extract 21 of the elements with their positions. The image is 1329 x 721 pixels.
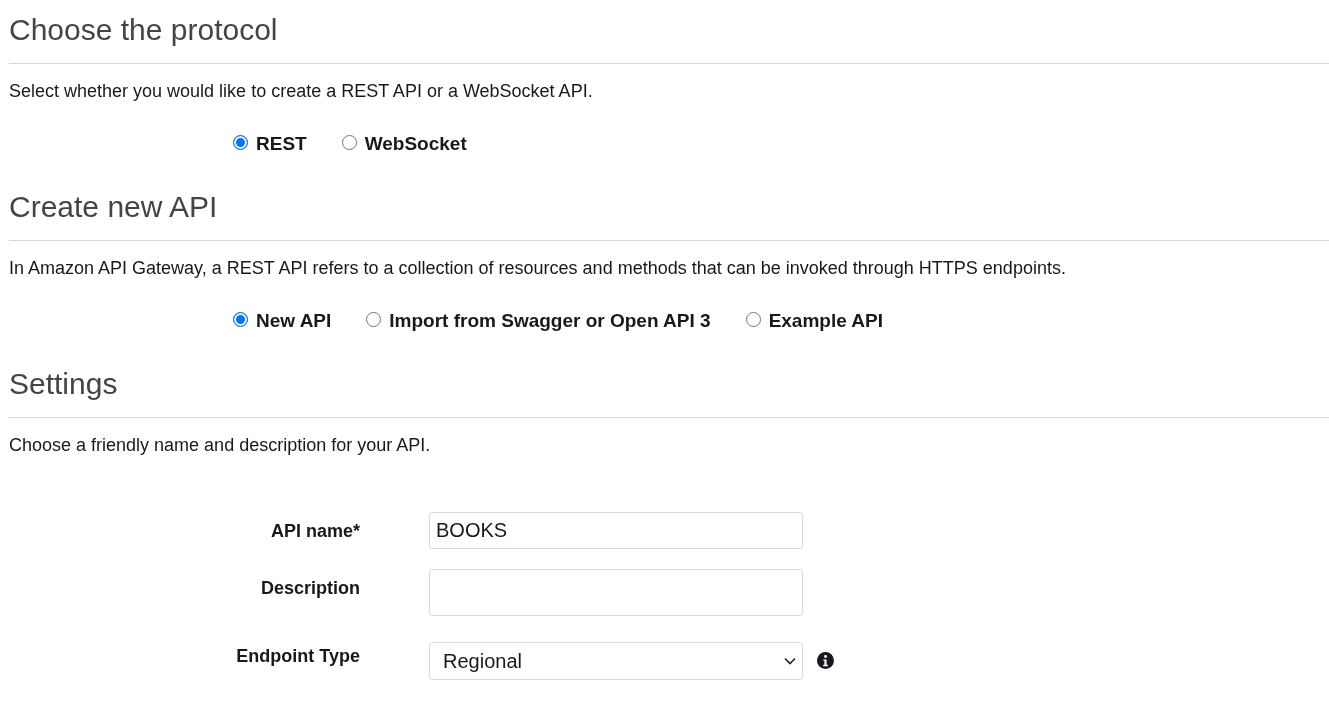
text-field[interactable]: BOOKS bbox=[429, 512, 803, 549]
section-heading: Settings bbox=[9, 366, 1329, 418]
section-description: In Amazon API Gateway, a REST API refers to a collection of resources and methods that can be invoked through HTTPS endpoints. bbox=[9, 257, 1067, 280]
field-label: Endpoint Type bbox=[235, 645, 360, 668]
radio-option[interactable]: Import from Swagger or Open API 3 bbox=[366, 309, 711, 333]
section-heading: Choose the protocol bbox=[9, 12, 1329, 64]
section-description: Select whether you would like to create a REST API or a WebSocket API. bbox=[9, 80, 594, 103]
field-label: API name* bbox=[269, 520, 360, 543]
text-field[interactable] bbox=[429, 569, 803, 616]
radio-option[interactable]: REST bbox=[233, 132, 307, 156]
chevron-down-icon bbox=[784, 657, 796, 665]
radio-option[interactable]: New API bbox=[233, 309, 332, 333]
radio-option[interactable]: Example API bbox=[745, 309, 884, 333]
info-icon[interactable] bbox=[817, 652, 834, 669]
radio-button[interactable] bbox=[233, 311, 248, 327]
section-description: Choose a friendly name and description for your API. bbox=[9, 434, 432, 457]
field-label: Description bbox=[259, 577, 360, 600]
radio-option[interactable]: WebSocket bbox=[341, 132, 467, 156]
dropdown[interactable]: Regional bbox=[429, 642, 803, 680]
section-heading: Create new API bbox=[9, 189, 1329, 241]
radio-button[interactable] bbox=[233, 134, 248, 150]
